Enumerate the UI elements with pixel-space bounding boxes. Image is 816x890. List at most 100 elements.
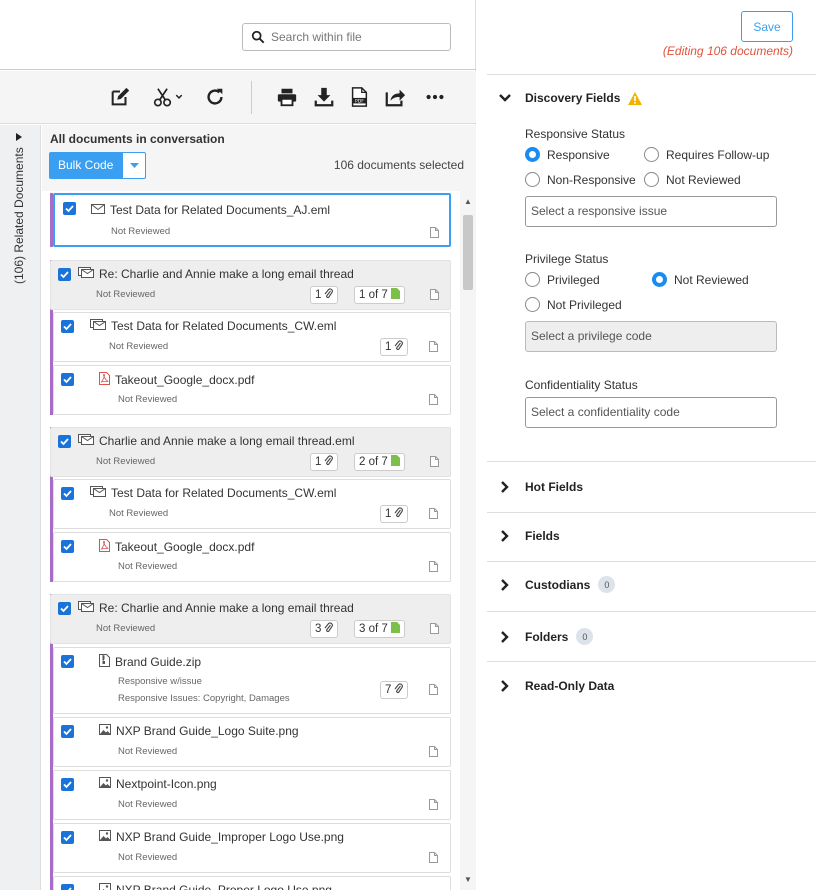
thread-parent-row[interactable]: Re: Charlie and Annie make a long email … — [50, 260, 451, 310]
custodians-header[interactable]: Custodians 0 — [525, 576, 616, 593]
split-scissors-icon[interactable] — [150, 85, 186, 109]
radio-circle[interactable] — [525, 297, 540, 312]
folders-header[interactable]: Folders 0 — [525, 628, 594, 645]
save-button[interactable]: Save — [741, 11, 793, 42]
copy-icon[interactable] — [428, 622, 440, 635]
copy-icon[interactable] — [427, 340, 439, 353]
document-name[interactable]: Takeout_Google_docx.pdf — [99, 539, 254, 555]
row-checkbox[interactable] — [61, 778, 74, 791]
row-checkbox[interactable] — [61, 373, 74, 386]
copy-icon[interactable] — [427, 851, 439, 864]
share-icon[interactable] — [383, 85, 407, 109]
chevron-right-icon[interactable] — [499, 680, 511, 692]
copy-icon[interactable] — [427, 745, 439, 758]
download-icon[interactable] — [312, 85, 336, 109]
pdf-export-icon[interactable]: PDF — [347, 85, 371, 109]
edit-icon[interactable] — [108, 85, 132, 109]
read-only-data-header[interactable]: Read-Only Data — [525, 679, 614, 693]
chevron-right-icon[interactable] — [499, 481, 511, 493]
document-row[interactable]: Nextpoint-Icon.png Not Reviewed — [53, 770, 451, 820]
row-checkbox[interactable] — [61, 831, 74, 844]
chevron-right-icon[interactable] — [499, 530, 511, 542]
row-checkbox[interactable] — [58, 268, 71, 281]
responsive-issue-select[interactable]: Select a responsive issue — [525, 196, 777, 227]
paperclip-icon — [324, 455, 334, 469]
copy-icon[interactable] — [427, 560, 439, 573]
document-name[interactable]: Test Data for Related Documents_CW.eml — [90, 319, 336, 333]
radio-not-reviewed-responsive[interactable]: Not Reviewed — [644, 172, 741, 187]
review-status: Responsive w/issue — [118, 676, 202, 687]
scroll-down-arrow[interactable]: ▼ — [464, 875, 472, 884]
document-name[interactable]: NXP Brand Guide_Improper Logo Use.png — [99, 830, 344, 844]
thread-parent-row[interactable]: Re: Charlie and Annie make a long email … — [50, 594, 451, 644]
document-name[interactable]: Takeout_Google_docx.pdf — [99, 372, 254, 388]
copy-icon[interactable] — [427, 393, 439, 406]
document-name[interactable]: Test Data for Related Documents_CW.eml — [90, 486, 336, 500]
radio-non-responsive[interactable]: Non-Responsive — [525, 172, 636, 187]
chevron-right-icon[interactable] — [499, 631, 511, 643]
search-box[interactable] — [242, 23, 451, 51]
row-checkbox[interactable] — [58, 435, 71, 448]
radio-circle[interactable] — [652, 272, 667, 287]
document-name[interactable]: Nextpoint-Icon.png — [99, 777, 217, 791]
document-row[interactable]: Takeout_Google_docx.pdf Not Reviewed — [53, 532, 451, 582]
document-name[interactable]: Re: Charlie and Annie make a long email … — [78, 601, 354, 615]
radio-circle[interactable] — [644, 147, 659, 162]
document-name[interactable]: Test Data for Related Documents_AJ.eml — [91, 203, 330, 217]
radio-not-reviewed-privilege[interactable]: Not Reviewed — [652, 272, 749, 287]
row-checkbox[interactable] — [58, 602, 71, 615]
search-input[interactable] — [271, 30, 441, 44]
radio-circle[interactable] — [525, 147, 540, 162]
row-checkbox[interactable] — [61, 320, 74, 333]
row-checkbox[interactable] — [61, 655, 74, 668]
thread-parent-row[interactable]: Charlie and Annie make a long email thre… — [50, 427, 451, 477]
bulk-code-button[interactable]: Bulk Code — [49, 152, 147, 179]
copy-icon[interactable] — [427, 683, 439, 696]
row-checkbox[interactable] — [63, 202, 76, 215]
document-row[interactable]: NXP Brand Guide_Improper Logo Use.png Not… — [53, 823, 451, 873]
copy-icon[interactable] — [427, 798, 439, 811]
document-name[interactable]: Re: Charlie and Annie make a long email … — [78, 267, 354, 281]
radio-requires-follow-up[interactable]: Requires Follow-up — [644, 147, 769, 162]
scroll-up-arrow[interactable]: ▲ — [464, 197, 472, 206]
radio-circle[interactable] — [644, 172, 659, 187]
document-row[interactable]: NXP Brand Guide_Proper Logo Use.png — [53, 876, 451, 890]
radio-circle[interactable] — [525, 172, 540, 187]
print-icon[interactable] — [275, 85, 299, 109]
row-checkbox[interactable] — [61, 725, 74, 738]
radio-not-privileged[interactable]: Not Privileged — [525, 297, 622, 312]
copy-icon[interactable] — [428, 226, 440, 239]
row-checkbox[interactable] — [61, 884, 74, 890]
document-row[interactable]: Test Data for Related Documents_AJ.eml No… — [53, 193, 451, 247]
bulk-code-dropdown[interactable] — [122, 152, 147, 179]
fields-header[interactable]: Fields — [525, 529, 560, 543]
bulk-code-label[interactable]: Bulk Code — [49, 152, 123, 179]
copy-icon[interactable] — [428, 288, 440, 301]
confidentiality-code-select[interactable]: Select a confidentiality code — [525, 397, 777, 428]
row-checkbox[interactable] — [61, 487, 74, 500]
hot-fields-header[interactable]: Hot Fields — [525, 480, 583, 494]
document-name[interactable]: NXP Brand Guide_Logo Suite.png — [99, 724, 299, 738]
copy-icon[interactable] — [428, 455, 440, 468]
chevron-right-icon[interactable] — [499, 579, 511, 591]
copy-icon[interactable] — [427, 507, 439, 520]
discovery-fields-header[interactable]: Discovery Fields — [525, 91, 643, 105]
document-row[interactable]: NXP Brand Guide_Logo Suite.png Not Review… — [53, 717, 451, 767]
document-row[interactable]: Test Data for Related Documents_CW.eml No… — [53, 479, 451, 529]
scrollbar-thumb[interactable] — [463, 215, 473, 290]
document-row[interactable]: Test Data for Related Documents_CW.eml No… — [53, 312, 451, 362]
radio-circle[interactable] — [525, 272, 540, 287]
section-title: Custodians — [525, 577, 591, 592]
radio-privileged[interactable]: Privileged — [525, 272, 600, 287]
list-scrollbar[interactable]: ▲ ▼ — [460, 191, 476, 890]
document-name[interactable]: NXP Brand Guide_Proper Logo Use.png — [99, 883, 332, 890]
document-name[interactable]: Charlie and Annie make a long email thre… — [78, 434, 354, 448]
document-name[interactable]: Brand Guide.zip — [99, 654, 201, 670]
chevron-down-icon[interactable] — [499, 92, 511, 104]
radio-responsive[interactable]: Responsive — [525, 147, 610, 162]
refresh-icon[interactable] — [203, 85, 227, 109]
document-row[interactable]: Brand Guide.zip Responsive w/issue Respons… — [53, 647, 451, 714]
row-checkbox[interactable] — [61, 540, 74, 553]
document-row[interactable]: Takeout_Google_docx.pdf Not Reviewed — [53, 365, 451, 415]
more-options-icon[interactable] — [423, 85, 447, 109]
